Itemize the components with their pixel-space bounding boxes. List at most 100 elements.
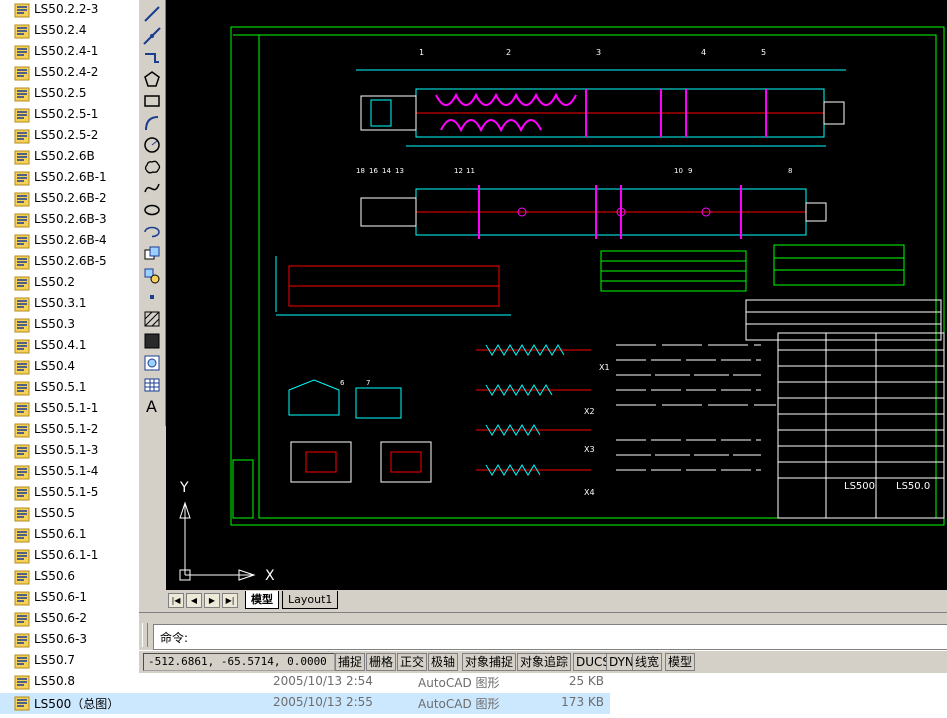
ellipse-icon[interactable] (142, 200, 162, 220)
flange-plan (275, 256, 511, 316)
layout-tab-bar: |◀ ◀ ▶ ▶| 模型 Layout1 (166, 590, 947, 610)
revision-cloud-icon[interactable] (142, 157, 162, 177)
balloon-7: 7 (366, 379, 370, 387)
screw-details: X1 X2 X3 X4 (476, 344, 610, 497)
file-name: LS50.2.5-2 (34, 128, 99, 142)
autocad-file-icon (14, 612, 30, 627)
status-button[interactable]: 栅格 (366, 653, 397, 671)
file-name: LS50.3.1 (34, 296, 87, 310)
status-button[interactable]: 线宽 (632, 653, 663, 671)
tab-layout1[interactable]: Layout1 (282, 591, 339, 609)
autocad-file-icon (14, 528, 30, 543)
file-name: LS50.5.1-1 (34, 401, 99, 415)
region-icon[interactable] (142, 353, 162, 373)
autocad-file-icon (14, 591, 30, 606)
file-row[interactable]: LS50.8 2005/10/13 2:54 AutoCAD 图形 25 KB (0, 672, 610, 693)
status-button[interactable]: 对象追踪 (517, 653, 572, 671)
spline-icon[interactable] (142, 178, 162, 198)
file-name: LS50.2.6B-1 (34, 170, 107, 184)
next-tab-button[interactable]: ▶ (204, 593, 220, 608)
autocad-file-icon (14, 66, 30, 81)
file-type: AutoCAD 图形 (418, 697, 500, 711)
ucs-x-label: X (265, 568, 275, 584)
file-name: LS50.2.6B-4 (34, 233, 107, 247)
polygon-icon[interactable] (142, 69, 162, 89)
autocad-file-icon (14, 633, 30, 648)
point-icon[interactable] (142, 287, 162, 307)
autocad-file-icon (14, 255, 30, 270)
circle-icon[interactable] (142, 135, 162, 155)
title-block: LS500 LS50.0 (777, 332, 945, 519)
section-label-x4: X4 (584, 488, 595, 497)
hatch-icon[interactable] (142, 309, 162, 329)
balloon-12: 12 (454, 167, 463, 175)
section-label-x3: X3 (584, 445, 595, 454)
technical-notes (616, 344, 776, 471)
autocad-file-icon (14, 486, 30, 501)
file-name: LS50.2.4-2 (34, 65, 99, 79)
file-name: LS50.6 (34, 569, 76, 583)
status-button[interactable]: 正交 (397, 653, 428, 671)
file-name: LS50.5.1 (34, 380, 87, 394)
autocad-file-icon (14, 213, 30, 228)
ucs-y-label: Y (179, 480, 189, 496)
autocad-file-icon (14, 45, 30, 60)
autocad-file-icon (14, 150, 30, 165)
construction-line-icon[interactable] (142, 26, 162, 46)
command-line[interactable]: 命令: (153, 624, 947, 650)
file-name: LS50.6-2 (34, 611, 87, 625)
file-name: LS50.6-3 (34, 632, 87, 646)
file-name: LS50.2.6B-2 (34, 191, 107, 205)
polyline-icon[interactable] (142, 48, 162, 68)
ellipse-arc-icon[interactable] (142, 222, 162, 242)
file-name: LS50.2.4 (34, 23, 87, 37)
gradient-icon[interactable] (142, 331, 162, 351)
autocad-file-icon (14, 129, 30, 144)
file-name: LS50.8 (34, 674, 76, 688)
status-button[interactable]: 对象捕捉 (462, 653, 517, 671)
status-button[interactable]: 捕捉 (335, 653, 366, 671)
file-name: LS50.2.4-1 (34, 44, 99, 58)
balloon-10: 10 (674, 167, 683, 175)
autocad-file-icon (14, 87, 30, 102)
table-icon[interactable] (142, 375, 162, 395)
autocad-file-icon (14, 318, 30, 333)
balloon-2: 2 (506, 48, 511, 57)
balloon-8: 8 (788, 167, 792, 175)
make-block-icon[interactable] (142, 266, 162, 286)
file-name: LS50.2.5-1 (34, 107, 99, 121)
insert-block-icon[interactable] (142, 244, 162, 264)
autocad-file-icon (14, 675, 30, 690)
file-name: LS50.5.1-2 (34, 422, 99, 436)
file-row[interactable]: LS500（总图） 2005/10/13 2:55 AutoCAD 图形 173 KB (0, 693, 610, 714)
multiline-text-icon[interactable]: A (142, 396, 162, 416)
file-name: LS50.5.1-4 (34, 464, 99, 478)
command-prompt: 命令: (160, 631, 189, 645)
first-tab-button[interactable]: |◀ (168, 593, 184, 608)
arc-icon[interactable] (142, 113, 162, 133)
file-name: LS50.6-1 (34, 590, 87, 604)
autocad-file-icon (14, 3, 30, 18)
draw-toolbar: A (139, 0, 166, 426)
rectangle-icon[interactable] (142, 91, 162, 111)
file-name: LS50.5.1-5 (34, 485, 99, 499)
file-name: LS50.4 (34, 359, 76, 373)
balloon-4: 4 (701, 48, 706, 57)
status-button[interactable]: 模型 (665, 653, 696, 671)
file-name: LS50.2.6B-3 (34, 212, 107, 226)
last-tab-button[interactable]: ▶| (222, 593, 238, 608)
drawing-canvas[interactable]: X1 X2 X3 X4 LS500 LS50.0 1 2 3 4 5 18 16… (166, 0, 947, 590)
balloon-1: 1 (419, 48, 424, 57)
tab-model[interactable]: 模型 (245, 591, 279, 609)
prev-tab-button[interactable]: ◀ (186, 593, 202, 608)
autocad-file-icon (14, 24, 30, 39)
status-button[interactable]: 极轴 (428, 653, 459, 671)
balloon-11: 11 (466, 167, 475, 175)
command-grip[interactable] (142, 623, 148, 647)
balloon-9: 9 (688, 167, 692, 175)
line-icon[interactable] (142, 4, 162, 24)
conveyor-top-view (356, 69, 846, 147)
file-name: LS50.7 (34, 653, 76, 667)
drawing-svg: X1 X2 X3 X4 LS500 LS50.0 1 2 3 4 5 18 16… (179, 26, 945, 584)
file-name: LS50.2.6B (34, 149, 95, 163)
